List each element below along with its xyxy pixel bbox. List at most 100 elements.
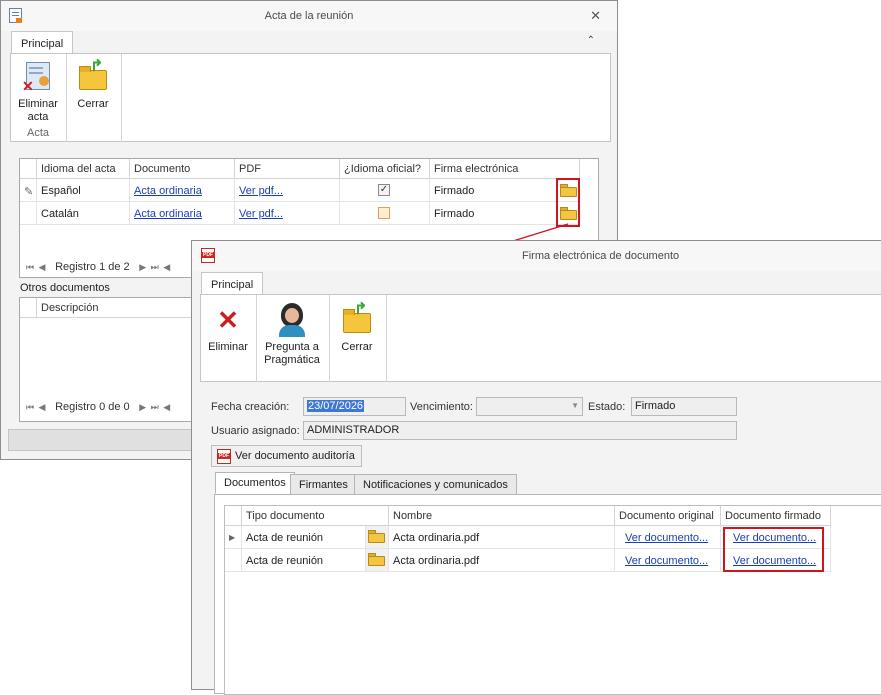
usuario-field[interactable]: ADMINISTRADOR: [303, 421, 737, 440]
otros-documentos-label: Otros documentos: [20, 282, 110, 294]
chevron-down-icon[interactable]: ▼: [571, 401, 579, 410]
record-navigator: ⏮ ◀ Registro 0 de 0 ▶ ⏭ ◀: [24, 401, 173, 419]
cell-tipo[interactable]: Acta de reunión: [242, 549, 366, 572]
pdf-link[interactable]: Ver pdf...: [239, 208, 283, 220]
assistant-avatar-icon: [275, 303, 309, 337]
group-label-acta: Acta: [27, 127, 50, 139]
vencimiento-dropdown[interactable]: ▼: [476, 397, 583, 416]
row-indicator-header: [20, 159, 37, 179]
vencimiento-label: Vencimiento:: [410, 401, 473, 413]
ribbon-separator: [329, 295, 330, 382]
oficial-checkbox[interactable]: [378, 207, 390, 219]
firma-window: Firma electrónica de documento Principal…: [191, 240, 881, 695]
row-indicator: [20, 202, 37, 225]
column-header[interactable]: Firma electrónica: [430, 159, 580, 179]
cell-idioma[interactable]: Español: [37, 179, 130, 202]
usuario-label: Usuario asignado:: [211, 425, 300, 437]
next-record-icon[interactable]: ▶: [137, 402, 149, 413]
folder-exit-icon: ↱: [76, 59, 110, 94]
ribbon-separator: [256, 295, 257, 382]
tab-firmantes[interactable]: Firmantes: [290, 474, 357, 495]
folder-icon[interactable]: [368, 530, 385, 543]
window-title: Firma electrónica de documento: [522, 250, 680, 262]
ribbon-separator: [121, 54, 122, 142]
cell-nombre[interactable]: Acta ordinaria.pdf: [389, 549, 615, 572]
close-button[interactable]: ↱ Cerrar: [73, 59, 113, 111]
pdf-icon: [217, 449, 231, 464]
cell-documento[interactable]: Acta ordinaria: [130, 179, 235, 202]
folder-cell[interactable]: [366, 549, 389, 572]
row-indicator: ▶: [225, 526, 242, 549]
audit-document-button[interactable]: Ver documento auditoría: [211, 445, 362, 467]
acta-titlebar: Acta de la reunión ✕: [1, 1, 617, 31]
cell-documento[interactable]: Acta ordinaria: [130, 202, 235, 225]
ask-pragmatica-button[interactable]: Pregunta a Pragmática: [259, 303, 325, 367]
prev-record-icon[interactable]: ◀: [36, 262, 48, 273]
cell-idioma[interactable]: Catalán: [37, 202, 130, 225]
firma-titlebar: Firma electrónica de documento: [192, 241, 881, 271]
ribbon-separator: [386, 295, 387, 382]
estado-label: Estado:: [588, 401, 626, 413]
pdf-app-icon: [201, 248, 215, 263]
tab-principal[interactable]: Principal: [11, 31, 74, 54]
documento-original-link[interactable]: Ver documento...: [625, 555, 708, 567]
cell-oficial[interactable]: [340, 202, 430, 225]
cell-pdf[interactable]: Ver pdf...: [235, 202, 340, 225]
delete-acta-button[interactable]: ✕ Eliminar acta: [13, 60, 63, 124]
ribbon: ✕ Eliminar acta ↱ Cerrar Acta: [10, 53, 611, 142]
fecha-field[interactable]: 23/07/2026: [303, 397, 406, 416]
first-record-icon[interactable]: ⏮: [24, 402, 36, 413]
close-icon[interactable]: ✕: [590, 8, 601, 24]
cell-tipo[interactable]: Acta de reunión: [242, 526, 366, 549]
tab-principal[interactable]: Principal: [201, 272, 264, 295]
delete-button[interactable]: ✕ Eliminar: [203, 303, 253, 354]
cell-original[interactable]: Ver documento...: [615, 526, 721, 549]
column-header[interactable]: Tipo documento: [242, 506, 389, 526]
estado-field[interactable]: Firmado: [631, 397, 737, 416]
scroll-left-icon[interactable]: ◀: [161, 262, 173, 273]
tab-documentos[interactable]: Documentos: [215, 472, 295, 494]
highlight-documento-firmado: [723, 527, 824, 572]
row-indicator: [225, 549, 242, 572]
record-navigator: ⏮ ◀ Registro 1 de 2 ▶ ⏭ ◀: [24, 261, 173, 279]
cell-original[interactable]: Ver documento...: [615, 549, 721, 572]
column-header[interactable]: Documento firmado: [721, 506, 831, 526]
record-count: Registro 0 de 0: [55, 401, 130, 413]
first-record-icon[interactable]: ⏮: [24, 262, 36, 273]
tab-notificaciones[interactable]: Notificaciones y comunicados: [354, 474, 517, 495]
ribbon: ✕ Eliminar Pregunta a Pragmática ↱ Cerra…: [200, 294, 881, 382]
record-count: Registro 1 de 2: [55, 261, 130, 273]
certificate-delete-icon: ✕: [21, 60, 55, 94]
row-indicator-header: [20, 298, 37, 318]
window-title: Acta de la reunión: [264, 10, 354, 22]
column-header[interactable]: PDF: [235, 159, 340, 179]
cell-pdf[interactable]: Ver pdf...: [235, 179, 340, 202]
collapse-ribbon-icon[interactable]: ⌃: [587, 35, 595, 46]
row-indicator: ✎: [20, 179, 37, 202]
last-record-icon[interactable]: ⏭: [149, 402, 161, 413]
pdf-link[interactable]: Ver pdf...: [239, 185, 283, 197]
last-record-icon[interactable]: ⏭: [149, 262, 161, 273]
column-header[interactable]: Documento: [130, 159, 235, 179]
folder-cell[interactable]: [366, 526, 389, 549]
column-header[interactable]: ¿Idioma oficial?: [340, 159, 430, 179]
close-button[interactable]: ↱ Cerrar: [337, 302, 377, 354]
prev-record-icon[interactable]: ◀: [36, 402, 48, 413]
column-header[interactable]: Nombre: [389, 506, 615, 526]
fecha-label: Fecha creación:: [211, 401, 290, 413]
documento-link[interactable]: Acta ordinaria: [134, 208, 202, 220]
scroll-left-icon[interactable]: ◀: [161, 402, 173, 413]
next-record-icon[interactable]: ▶: [137, 262, 149, 273]
folder-icon[interactable]: [368, 553, 385, 566]
documento-link[interactable]: Acta ordinaria: [134, 185, 202, 197]
folder-exit-icon: ↱: [340, 302, 374, 337]
cell-nombre[interactable]: Acta ordinaria.pdf: [389, 526, 615, 549]
delete-x-icon: ✕: [217, 305, 239, 335]
column-header[interactable]: Documento original: [615, 506, 721, 526]
column-header[interactable]: Idioma del acta: [37, 159, 130, 179]
documento-original-link[interactable]: Ver documento...: [625, 532, 708, 544]
row-indicator-header: [225, 506, 242, 526]
oficial-checkbox[interactable]: ✓: [378, 184, 390, 196]
highlight-firma-buttons: [556, 178, 580, 227]
cell-oficial[interactable]: ✓: [340, 179, 430, 202]
